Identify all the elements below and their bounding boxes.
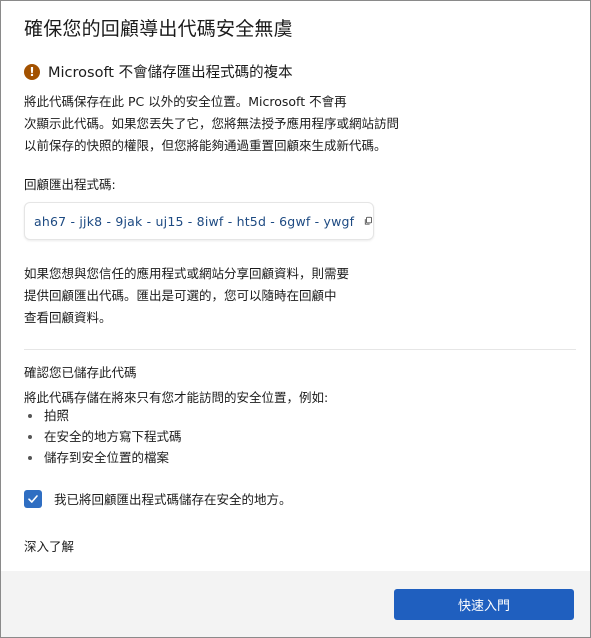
bullet-icon bbox=[28, 455, 32, 460]
confirm-checkbox-row[interactable]: 我已將回顧匯出程式碼儲存在安全的地方。 bbox=[24, 489, 292, 508]
dialog-title: 確保您的回顧導出代碼安全無虞 bbox=[24, 18, 293, 40]
intro-line: 次顯示此代碼。如果您丟失了它，您將無法授予應用程序或網站訪問 bbox=[24, 116, 400, 131]
share-line: 查看回顧資料。 bbox=[24, 310, 112, 325]
storage-options-list: 拍照 在安全的地方寫下程式碼 儲存到安全位置的檔案 bbox=[24, 405, 182, 468]
list-item: 在安全的地方寫下程式碼 bbox=[24, 426, 182, 447]
learn-more-link[interactable]: 深入了解 bbox=[24, 536, 74, 555]
list-item: 拍照 bbox=[24, 405, 182, 426]
copy-icon[interactable] bbox=[364, 214, 373, 228]
warning-title: Microsoft 不會儲存匯出程式碼的複本 bbox=[48, 65, 293, 81]
list-item: 儲存到安全位置的檔案 bbox=[24, 447, 182, 468]
list-item-label: 拍照 bbox=[44, 408, 70, 423]
share-paragraph: 如果您想與您信任的應用程式或網站分享回顧資料，則需要 提供回顧匯出代碼。匯出是可… bbox=[24, 263, 574, 329]
share-line: 提供回顧匯出代碼。匯出是可選的，您可以隨時在回顧中 bbox=[24, 288, 337, 303]
list-item-label: 在安全的地方寫下程式碼 bbox=[44, 429, 182, 444]
intro-line: 以前保存的快照的權限，但您將能夠通過重置回顧來生成新代碼。 bbox=[24, 138, 387, 153]
warning-icon: ! bbox=[24, 63, 40, 80]
intro-paragraph: 將此代碼保存在此 PC 以外的安全位置。Microsoft 不會再 次顯示此代碼… bbox=[24, 91, 574, 157]
share-line: 如果您想與您信任的應用程式或網站分享回顧資料，則需要 bbox=[24, 266, 350, 281]
recall-export-code-dialog: 確保您的回顧導出代碼安全無虞 ! Microsoft 不會儲存匯出程式碼的複本 … bbox=[0, 0, 591, 638]
export-code-value[interactable]: ah67 - jjk8 - 9jak - uj15 - 8iwf - ht5d … bbox=[34, 214, 354, 229]
warning-row: ! Microsoft 不會儲存匯出程式碼的複本 bbox=[24, 61, 293, 82]
intro-line: 將此代碼保存在此 PC 以外的安全位置。Microsoft 不會再 bbox=[24, 94, 347, 109]
dialog-footer: 快速入門 bbox=[1, 571, 590, 637]
get-started-button[interactable]: 快速入門 bbox=[394, 589, 574, 620]
confirm-checkbox-label[interactable]: 我已將回顧匯出程式碼儲存在安全的地方。 bbox=[54, 489, 292, 508]
export-code-label: 回顧匯出程式碼: bbox=[24, 177, 116, 192]
divider bbox=[24, 349, 576, 350]
confirm-description: 將此代碼存儲在將來只有您才能訪問的安全位置，例如: bbox=[24, 390, 329, 405]
confirm-checkbox[interactable] bbox=[24, 489, 42, 508]
checkmark-icon bbox=[28, 494, 38, 503]
list-item-label: 儲存到安全位置的檔案 bbox=[44, 450, 170, 465]
export-code-box: ah67 - jjk8 - 9jak - uj15 - 8iwf - ht5d … bbox=[24, 202, 374, 240]
bullet-icon bbox=[28, 434, 32, 439]
confirm-heading: 確認您已儲存此代碼 bbox=[24, 365, 137, 380]
bullet-icon bbox=[28, 413, 32, 418]
